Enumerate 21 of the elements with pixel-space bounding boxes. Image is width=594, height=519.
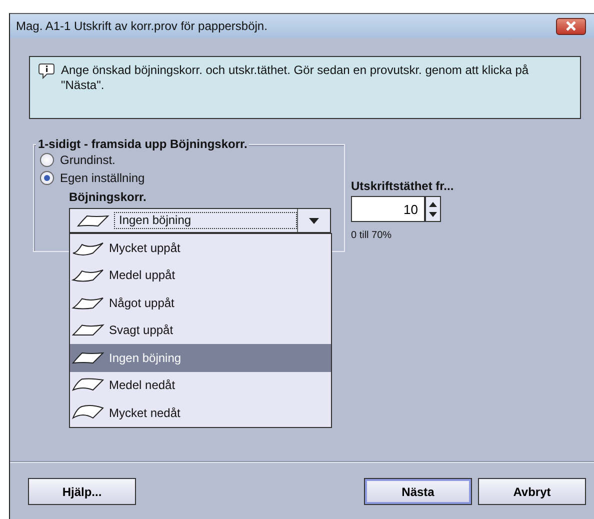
dialog-button[interactable]: Hjälp... <box>28 478 136 505</box>
dropdown-option[interactable]: Medel nedåt <box>70 372 331 399</box>
dropdown-option[interactable]: Något uppåt <box>70 289 331 316</box>
dropdown-option[interactable]: Medel uppåt <box>70 262 331 289</box>
radio-label[interactable]: Grundinst. <box>60 151 116 169</box>
density-label: Utskriftstäthet fr... <box>351 179 454 193</box>
dropdown-option[interactable]: Mycket uppåt <box>70 234 331 262</box>
selected-value: Ingen böjning <box>114 212 297 229</box>
dropdown-option[interactable]: Mycket nedåt <box>70 399 331 426</box>
field-label: Böjningskorr. <box>69 189 148 206</box>
dialog-button[interactable]: Nästa <box>364 478 472 505</box>
dialog-button[interactable]: Avbryt <box>478 478 586 505</box>
dropdown-option[interactable]: Ingen böjning <box>70 344 331 372</box>
density-field[interactable]: 10 <box>351 196 425 222</box>
radio-label[interactable]: Egen inställning <box>60 169 145 187</box>
window-title: Mag. A1-1 Utskrift av korr.prov för pappersböjn. <box>16 18 268 35</box>
dropdown-option[interactable]: Svagt uppåt <box>70 316 331 344</box>
group-title: 1-sidigt - framsida upp Böjningskorr. <box>36 137 250 152</box>
range-hint: 0 till 70% <box>351 229 393 243</box>
bend-dropdown[interactable]: Ingen böjning <box>69 208 331 233</box>
info-text: Ange önskad böjningskorr. och utskr.täthet. Gör sedan en provutskr. genom att klicka på "Nästa". <box>61 63 530 94</box>
